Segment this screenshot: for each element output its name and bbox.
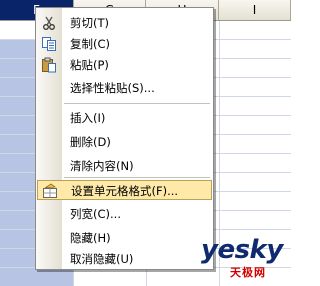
menu-item-paste-special[interactable]: 选择性粘贴(S)... bbox=[37, 78, 212, 98]
menu-item-clear-contents[interactable]: 清除内容(N) bbox=[37, 156, 212, 176]
menu-item-label: 选择性粘贴(S)... bbox=[70, 81, 155, 95]
menu-separator bbox=[64, 103, 210, 104]
context-menu: 剪切(T) 复制(C) 粘贴(P) 选择性粘贴(S)... 插入(I) 删除(D… bbox=[35, 7, 214, 270]
menu-item-label: 取消隐藏(U) bbox=[70, 252, 134, 266]
menu-item-label: 隐藏(H) bbox=[70, 231, 111, 245]
menu-item-label: 插入(I) bbox=[70, 111, 106, 125]
menu-item-label: 设置单元格格式(F)... bbox=[71, 184, 179, 198]
watermark-logo: yesky bbox=[201, 235, 283, 265]
copy-icon bbox=[41, 36, 57, 52]
menu-item-label: 剪切(T) bbox=[70, 16, 109, 30]
menu-item-label: 列宽(C)... bbox=[70, 207, 121, 221]
menu-item-unhide[interactable]: 取消隐藏(U) bbox=[37, 249, 212, 269]
yesky-watermark: yesky 天极网 bbox=[200, 235, 291, 286]
menu-item-label: 复制(C) bbox=[70, 37, 111, 51]
menu-item-format-cells[interactable]: 设置单元格格式(F)... bbox=[37, 180, 212, 200]
menu-item-paste[interactable]: 粘贴(P) bbox=[37, 55, 212, 75]
menu-item-delete[interactable]: 删除(D) bbox=[37, 132, 212, 152]
menu-item-hide[interactable]: 隐藏(H) bbox=[37, 228, 212, 248]
menu-item-insert[interactable]: 插入(I) bbox=[37, 108, 212, 128]
watermark-subtitle: 天极网 bbox=[230, 266, 266, 279]
menu-item-copy[interactable]: 复制(C) bbox=[37, 34, 212, 54]
format-cells-icon bbox=[42, 183, 58, 199]
menu-separator bbox=[64, 177, 210, 178]
menu-item-cut[interactable]: 剪切(T) bbox=[37, 13, 212, 33]
menu-item-label: 清除内容(N) bbox=[70, 159, 134, 173]
cut-icon bbox=[41, 15, 57, 31]
paste-icon bbox=[41, 57, 57, 73]
column-header-i[interactable]: I bbox=[219, 0, 291, 20]
menu-item-label: 粘贴(P) bbox=[70, 58, 109, 72]
menu-item-column-width[interactable]: 列宽(C)... bbox=[37, 204, 212, 224]
menu-item-label: 删除(D) bbox=[70, 135, 111, 149]
